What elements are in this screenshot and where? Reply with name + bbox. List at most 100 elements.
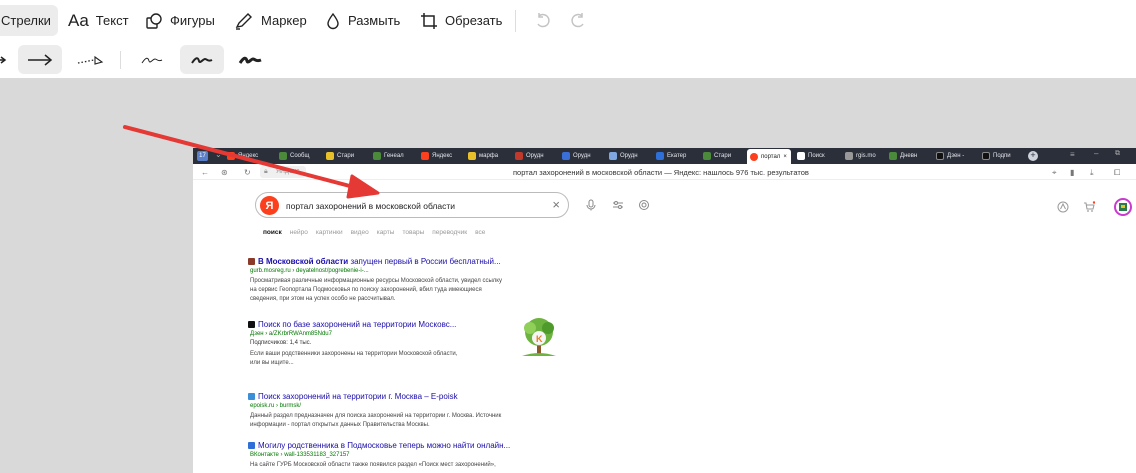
yandex-icon	[750, 152, 758, 161]
page-title: портал захоронений в московской области …	[513, 168, 809, 177]
browser-tab-strip: 17 ⌄ Яндекс Сообщ Стари Генеал Яндекс ма…	[193, 148, 1136, 164]
result-url[interactable]: Дзен › a/ZKrbrRWAnm85Ndu7	[250, 331, 332, 337]
result-title[interactable]: Могилу родственника в Подмосковье теперь…	[258, 441, 510, 450]
chevron-down-icon[interactable]: ⌄	[215, 150, 222, 159]
microphone-icon[interactable]	[584, 198, 598, 212]
result-url[interactable]: gurb.mosreg.ru › deyatelnost/pogrebenie-…	[250, 268, 369, 274]
download-icon[interactable]: ⤓	[1090, 168, 1094, 178]
location-icon[interactable]: ⌖	[1052, 168, 1057, 178]
tab-item[interactable]: Дневн	[889, 150, 929, 162]
marker-tool[interactable]: Маркер	[227, 5, 314, 36]
result-snippet: сведения, при этом на успех особо не рас…	[250, 296, 396, 302]
tab-item[interactable]: Стари	[703, 150, 743, 162]
extensions-icon[interactable]: ⧠	[1114, 168, 1120, 178]
tab-item[interactable]: марфа	[468, 150, 508, 162]
line-style-dotted[interactable]	[68, 45, 112, 74]
tab-item[interactable]: Генеал	[373, 150, 413, 162]
result-url[interactable]: epoisk.ru › burmsk/	[250, 403, 301, 409]
tool-options-bar	[0, 42, 1136, 78]
tab-all[interactable]: все	[475, 229, 485, 236]
tab-neuro[interactable]: нейро	[290, 229, 308, 236]
line-style-plain[interactable]	[0, 45, 14, 74]
camera-icon[interactable]	[637, 198, 651, 212]
undo-button[interactable]	[527, 5, 559, 36]
tab-current[interactable]: портал ×	[747, 149, 791, 164]
blur-tool[interactable]: Размыть	[318, 5, 407, 36]
bookmark-icon[interactable]: ▮	[1070, 168, 1074, 177]
result-snippet: Если ваши родственники захоронены на тер…	[250, 351, 458, 357]
tree-thumbnail[interactable]: K	[518, 316, 560, 358]
vk-icon	[248, 442, 255, 449]
result-title[interactable]: В Московской области запущен первый в Ро…	[258, 257, 501, 266]
dotted-arrow-icon	[77, 55, 104, 65]
yandex-logo[interactable]: Я	[260, 196, 279, 215]
result-title[interactable]: Поиск захоронений на территории г. Москв…	[258, 392, 458, 401]
restore-icon[interactable]: ⧉	[1115, 150, 1120, 158]
text-tool[interactable]: Aa Текст	[61, 5, 136, 36]
tab-translate[interactable]: переводчик	[432, 229, 467, 236]
menu-icon[interactable]: ≡	[1070, 150, 1075, 159]
crop-tool[interactable]: Обрезать	[413, 5, 509, 36]
result-snippet: На сайте ГУРБ Московской области также п…	[250, 462, 496, 468]
tab-item[interactable]: Орудн	[562, 150, 602, 162]
avatar[interactable]	[1114, 198, 1132, 216]
tab-item[interactable]: rgis.mo	[845, 150, 885, 162]
line-style-arrow[interactable]	[18, 45, 62, 74]
tab-item[interactable]: Екатер	[656, 150, 696, 162]
protect-icon[interactable]: ⊛	[221, 168, 228, 177]
editor-toolbar: Стрелки Aa Текст Фигуры Маркер Размыть О…	[0, 0, 1136, 42]
tab-item[interactable]: Сообщ	[279, 150, 319, 162]
cart-icon[interactable]	[1082, 200, 1096, 214]
thickness-medium[interactable]	[180, 45, 224, 74]
site-icon	[373, 152, 381, 160]
dzen-icon	[248, 321, 255, 328]
tab-search[interactable]: поиск	[263, 229, 282, 236]
dzen-icon	[982, 152, 990, 160]
settings-icon[interactable]	[611, 198, 625, 212]
search-input[interactable]: Я портал захоронений в московской област…	[255, 192, 569, 218]
shapes-tool[interactable]: Фигуры	[138, 5, 222, 36]
alice-icon[interactable]	[1056, 200, 1070, 214]
new-tab-icon[interactable]: +	[1028, 151, 1038, 161]
reload-icon[interactable]: ↻	[244, 168, 251, 177]
sidebar-toggle-icon[interactable]: 17	[197, 151, 208, 161]
editor-canvas[interactable]: 17 ⌄ Яндекс Сообщ Стари Генеал Яндекс ма…	[0, 78, 1136, 473]
result-snippet: или вы ищите...	[250, 360, 294, 366]
back-icon[interactable]: ←	[201, 168, 209, 177]
droplet-icon	[327, 12, 339, 29]
site-icon	[889, 152, 897, 160]
tab-item[interactable]: Яндекс	[227, 150, 267, 162]
site-icon	[515, 152, 523, 160]
tab-item[interactable]: Орудн	[515, 150, 555, 162]
close-icon[interactable]: ×	[552, 198, 560, 212]
arrow-style-icon	[28, 53, 53, 66]
tab-images[interactable]: картинки	[316, 229, 343, 236]
tab-video[interactable]: видео	[351, 229, 369, 236]
blur-label: Размыть	[348, 13, 401, 28]
tab-item[interactable]: Поиск	[797, 150, 837, 162]
site-icon	[609, 152, 617, 160]
thickness-thick[interactable]	[229, 45, 273, 74]
tab-goods[interactable]: товары	[402, 229, 424, 236]
tab-item[interactable]: Подпи	[982, 150, 1022, 162]
redo-icon	[571, 12, 584, 27]
tab-item[interactable]: Стари	[326, 150, 366, 162]
thickness-thin[interactable]	[130, 45, 174, 74]
yandex-icon	[421, 152, 429, 160]
close-tab-icon[interactable]: ×	[783, 154, 787, 160]
plain-line-icon	[0, 55, 7, 64]
tab-item[interactable]: Яндекс	[421, 150, 461, 162]
tab-maps[interactable]: карты	[377, 229, 395, 236]
minimize-icon[interactable]: –	[1094, 149, 1098, 158]
arrows-tool[interactable]: Стрелки	[0, 5, 58, 36]
redo-button[interactable]	[562, 5, 594, 36]
thin-stroke-icon	[141, 57, 163, 63]
screenshot-editor: Стрелки Aa Текст Фигуры Маркер Размыть О…	[0, 0, 1136, 473]
result-url[interactable]: ВКонтакте › wall-133531183_327157	[250, 452, 350, 458]
undo-icon	[537, 12, 550, 27]
result-title[interactable]: Поиск по базе захоронений на территории …	[258, 320, 456, 329]
result-snippet: Просматривая различные информационные ре…	[250, 278, 502, 284]
address-host[interactable]: 🔒︎ Яндекс	[260, 166, 306, 178]
tab-item[interactable]: Орудн	[609, 150, 649, 162]
tab-item[interactable]: Дзен -	[936, 150, 976, 162]
